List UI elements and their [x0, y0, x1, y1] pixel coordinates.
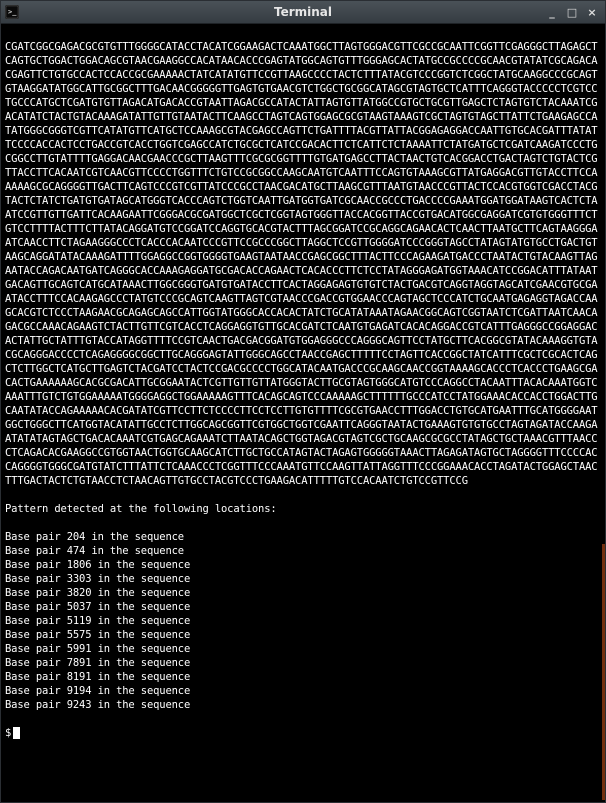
sequence-output: CGATCGGCGAGACGCGTGTTTGGGGCATACCTACATCGGA…: [5, 40, 601, 488]
result-line: Base pair 7891 in the sequence: [5, 656, 601, 670]
result-line: Base pair 9243 in the sequence: [5, 698, 601, 712]
cursor: [13, 727, 20, 739]
shell-prompt-line[interactable]: $: [5, 726, 601, 740]
window-title: Terminal: [1, 5, 605, 19]
terminal-app-icon: >_: [5, 5, 19, 19]
terminal-body[interactable]: CGATCGGCGAGACGCGTGTTTGGGGCATACCTACATCGGA…: [1, 24, 605, 802]
result-line: Base pair 8191 in the sequence: [5, 670, 601, 684]
terminal-window: >_ Terminal _ □ × CGATCGGCGAGACGCGTGTTTG…: [0, 0, 606, 803]
result-line: Base pair 3820 in the sequence: [5, 586, 601, 600]
close-button[interactable]: ×: [585, 5, 599, 19]
prompt-symbol: $: [5, 726, 11, 740]
scrollbar-thumb[interactable]: [602, 544, 605, 800]
svg-text:>_: >_: [8, 8, 17, 16]
result-line: Base pair 5037 in the sequence: [5, 600, 601, 614]
result-line: Base pair 5991 in the sequence: [5, 642, 601, 656]
result-line: Base pair 5575 in the sequence: [5, 628, 601, 642]
minimize-button[interactable]: _: [545, 5, 559, 19]
result-line: Base pair 5119 in the sequence: [5, 614, 601, 628]
pattern-detected-message: Pattern detected at the following locati…: [5, 502, 601, 516]
maximize-button[interactable]: □: [565, 5, 579, 19]
result-line: Base pair 9194 in the sequence: [5, 684, 601, 698]
result-line: Base pair 474 in the sequence: [5, 544, 601, 558]
result-line: Base pair 1806 in the sequence: [5, 558, 601, 572]
title-buttons: _ □ ×: [545, 5, 605, 19]
titlebar[interactable]: >_ Terminal _ □ ×: [1, 1, 605, 24]
results-list: Base pair 204 in the sequenceBase pair 4…: [5, 530, 601, 712]
result-line: Base pair 204 in the sequence: [5, 530, 601, 544]
result-line: Base pair 3303 in the sequence: [5, 572, 601, 586]
